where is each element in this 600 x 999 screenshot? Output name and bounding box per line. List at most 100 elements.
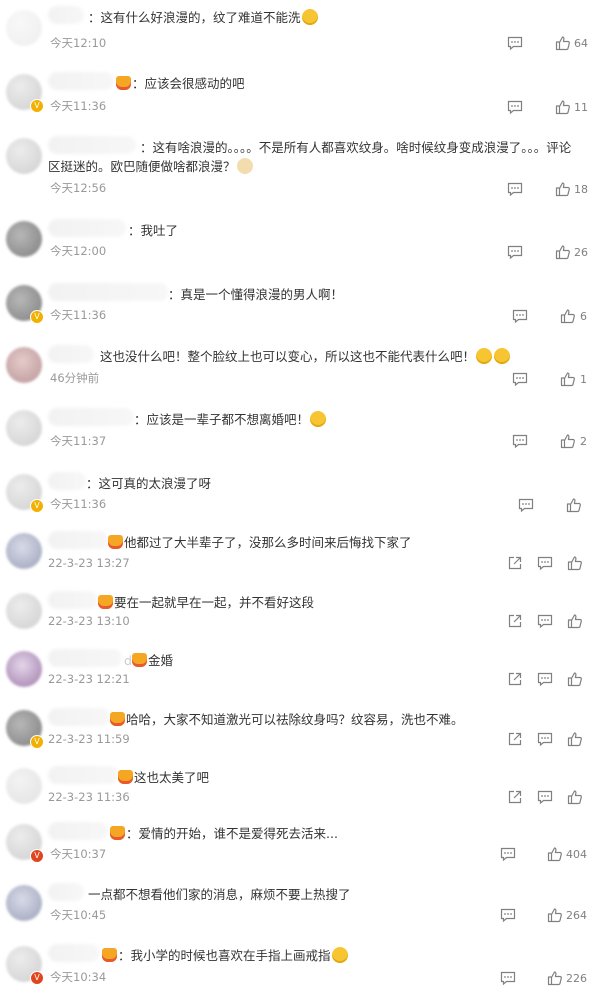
comment-bubble-icon[interactable]	[537, 789, 553, 805]
comment-time: 今天11:37	[50, 434, 107, 448]
comment-time: 22-3-23 11:36	[48, 790, 130, 804]
thumbs-up-icon[interactable]	[566, 497, 582, 513]
comment-item: ：我吐了 今天12:00 26	[0, 219, 600, 269]
comment-item: 他都过了大半辈子了，没那么多时间来后悔找下家了 22-3-23 13:27	[0, 531, 600, 581]
thumbs-up-icon[interactable]	[560, 308, 576, 324]
comment-item: 这也太美了吧 22-3-23 11:36	[0, 766, 600, 816]
verified-v-badge-icon: V	[30, 849, 44, 863]
comment-text: 哈哈，大家不知道激光可以祛除纹身吗？纹容易，洗也不难。	[48, 710, 580, 729]
thumbs-up-icon[interactable]	[567, 731, 583, 747]
share-arrow-icon[interactable]	[507, 613, 523, 629]
like-count: 264	[566, 909, 587, 922]
thumbs-up-icon[interactable]	[547, 970, 563, 986]
comment-item: ：这有啥浪漫的。。。。不是所有人都喜欢纹身。啥时候纹身变成浪漫了。。。评论区挺迷…	[0, 136, 600, 198]
share-arrow-icon[interactable]	[507, 731, 523, 747]
comment-bubble-icon[interactable]	[537, 731, 553, 747]
thumbs-up-icon[interactable]	[547, 907, 563, 923]
comment-text: 一点都不想看他们家的消息，麻烦不要上热搜了	[88, 887, 351, 902]
avatar[interactable]	[6, 768, 42, 804]
comment-list: ：这有什么好浪漫的，纹了难道不能洗 今天12:10 64 V ：应该会很感动的吧…	[0, 0, 600, 999]
verified-v-badge-icon: V	[30, 735, 44, 749]
like-count: 11	[574, 101, 588, 114]
comment-bubble-icon[interactable]	[500, 970, 516, 986]
dog-emoji-icon	[236, 158, 253, 174]
comment-bubble-icon[interactable]	[537, 555, 553, 571]
scream-emoji-icon	[310, 411, 327, 427]
comment-text: ：这有什么好浪漫的，纹了难道不能洗	[48, 8, 580, 27]
comment-time: 今天12:56	[50, 181, 107, 195]
comment-item: V ：爱情的开始，谁不是爱得死去活来... 今天10:37 404	[0, 822, 600, 872]
thumbs-up-icon[interactable]	[555, 181, 571, 197]
comment-text: ：这可真的太浪漫了呀	[86, 476, 212, 491]
avatar[interactable]	[6, 885, 42, 921]
avatar[interactable]	[6, 10, 42, 46]
comment-text: 这也太美了吧	[48, 768, 580, 787]
comment-bubble-icon[interactable]	[512, 371, 528, 387]
crown-fan-badge-icon	[118, 770, 133, 784]
like-count: 404	[566, 848, 587, 861]
comment-bubble-icon[interactable]	[507, 244, 523, 260]
comment-item: ：这有什么好浪漫的，纹了难道不能洗 今天12:10 64	[0, 6, 600, 58]
avatar[interactable]	[6, 651, 42, 687]
thumbs-up-icon[interactable]	[567, 789, 583, 805]
comment-time: 46分钟前	[50, 371, 100, 385]
crown-fan-badge-icon	[116, 76, 131, 90]
avatar[interactable]	[6, 221, 42, 257]
sweat-smile-emoji-icon	[301, 9, 318, 25]
comment-item: V ：这可真的太浪漫了呀 今天11:36	[0, 472, 600, 522]
comment-text: ：真是一个懂得浪漫的男人啊！	[168, 287, 344, 302]
share-arrow-icon[interactable]	[507, 555, 523, 571]
thumbs-up-icon[interactable]	[555, 99, 571, 115]
comment-bubble-icon[interactable]	[518, 497, 534, 513]
comment-item: ：应该是一辈子都不想离婚吧！ 今天11:37 2	[0, 408, 600, 458]
avatar[interactable]	[6, 410, 42, 446]
like-count: 64	[574, 37, 588, 50]
comment-bubble-icon[interactable]	[507, 181, 523, 197]
comment-item: V ：应该会很感动的吧 今天11:36 11	[0, 72, 600, 122]
avatar[interactable]	[6, 533, 42, 569]
comment-time: 22-3-23 11:59	[48, 732, 130, 746]
crown-fan-badge-icon	[110, 712, 125, 726]
comment-text: ：我吐了	[128, 223, 179, 238]
comment-time: 今天11:36	[50, 497, 107, 511]
comment-text: ：应该会很感动的吧	[48, 74, 580, 93]
comment-time: 今天12:10	[50, 36, 107, 50]
comment-item: d 金婚 22-3-23 12:21	[0, 649, 600, 699]
like-count: 226	[566, 972, 587, 985]
comment-item: 一点都不想看他们家的消息，麻烦不要上热搜了 今天10:45 264	[0, 883, 600, 933]
thumbs-up-icon[interactable]	[560, 433, 576, 449]
comment-text: 这也没什么吧！整个脸纹上也可以变心，所以这也不能代表什么吧！	[48, 347, 580, 366]
comment-bubble-icon[interactable]	[500, 907, 516, 923]
comment-bubble-icon[interactable]	[500, 846, 516, 862]
verified-v-badge-icon: V	[30, 310, 44, 324]
comment-bubble-icon[interactable]	[507, 35, 523, 51]
avatar[interactable]	[6, 138, 42, 174]
comment-time: 今天10:34	[50, 970, 107, 984]
thinking-emoji-icon	[494, 348, 511, 364]
verified-v-badge-icon: V	[30, 971, 44, 985]
comment-text: ：这有啥浪漫的。。。。不是所有人都喜欢纹身。啥时候纹身变成浪漫了。。。评论区挺迷…	[48, 140, 572, 174]
comment-bubble-icon[interactable]	[512, 433, 528, 449]
comment-bubble-icon[interactable]	[512, 308, 528, 324]
like-count: 2	[580, 435, 587, 448]
thumbs-up-icon[interactable]	[567, 613, 583, 629]
comment-time: 22-3-23 13:10	[48, 614, 130, 628]
thumbs-up-icon[interactable]	[555, 244, 571, 260]
comment-bubble-icon[interactable]	[507, 99, 523, 115]
thumbs-up-icon[interactable]	[560, 371, 576, 387]
like-count: 18	[574, 183, 588, 196]
comment-bubble-icon[interactable]	[537, 613, 553, 629]
avatar[interactable]	[6, 593, 42, 629]
thumbs-up-icon[interactable]	[547, 846, 563, 862]
share-arrow-icon[interactable]	[507, 789, 523, 805]
avatar[interactable]	[6, 347, 42, 383]
crown-fan-badge-icon	[131, 653, 147, 667]
like-count: 26	[574, 246, 588, 259]
share-arrow-icon[interactable]	[507, 671, 523, 687]
thumbs-up-icon[interactable]	[567, 671, 583, 687]
thumbs-up-icon[interactable]	[567, 555, 583, 571]
comment-text: ：应该是一辈子都不想离婚吧！	[48, 410, 580, 429]
crown-fan-badge-icon	[98, 595, 113, 609]
thumbs-up-icon[interactable]	[555, 35, 571, 51]
comment-bubble-icon[interactable]	[537, 671, 553, 687]
